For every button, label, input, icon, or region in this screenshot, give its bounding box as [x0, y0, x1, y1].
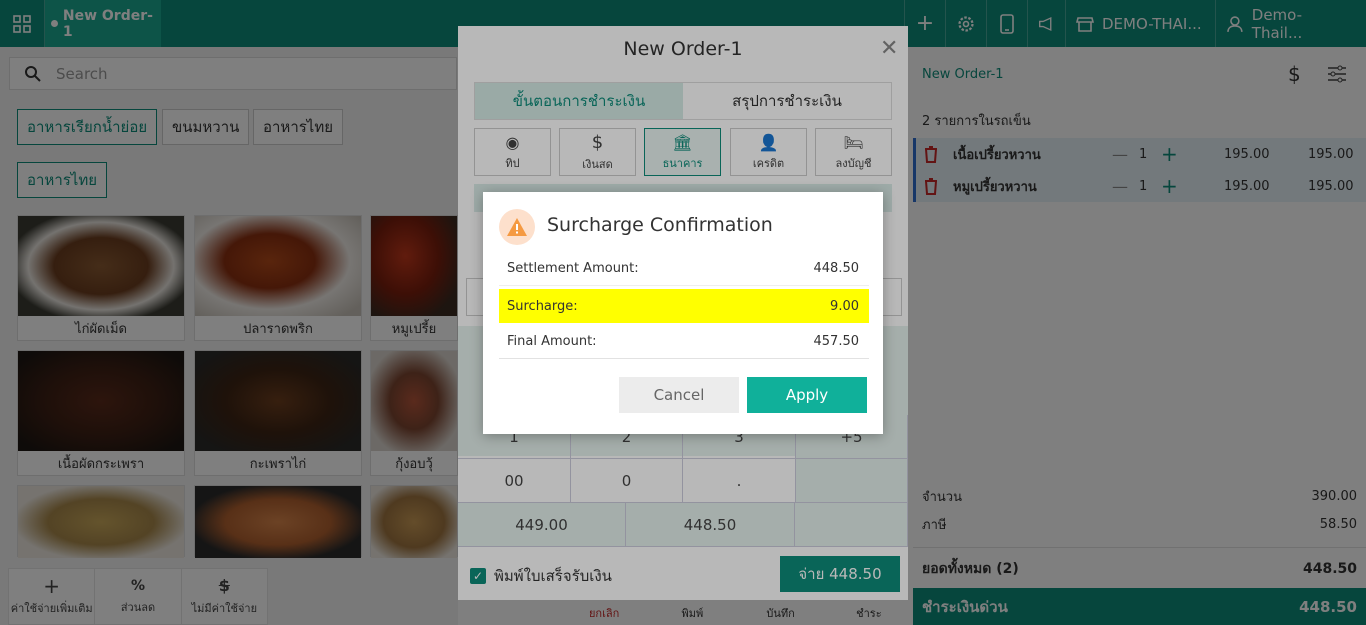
final-value: 457.50 — [813, 334, 860, 349]
surcharge-label: Surcharge: — [507, 298, 578, 314]
settlement-label: Settlement Amount: — [507, 261, 639, 276]
settlement-row: Settlement Amount: 448.50 — [499, 252, 869, 286]
cancel-button[interactable]: Cancel — [619, 377, 739, 413]
surcharge-row: Surcharge: 9.00 — [499, 289, 869, 323]
apply-button[interactable]: Apply — [747, 377, 867, 413]
dialog-title: Surcharge Confirmation — [547, 214, 773, 236]
final-row: Final Amount: 457.50 — [499, 325, 869, 359]
warning-icon — [499, 209, 535, 245]
settlement-value: 448.50 — [813, 261, 860, 276]
surcharge-dialog: Surcharge Confirmation Settlement Amount… — [483, 192, 883, 434]
surcharge-value: 9.00 — [830, 298, 859, 314]
final-label: Final Amount: — [507, 334, 597, 349]
